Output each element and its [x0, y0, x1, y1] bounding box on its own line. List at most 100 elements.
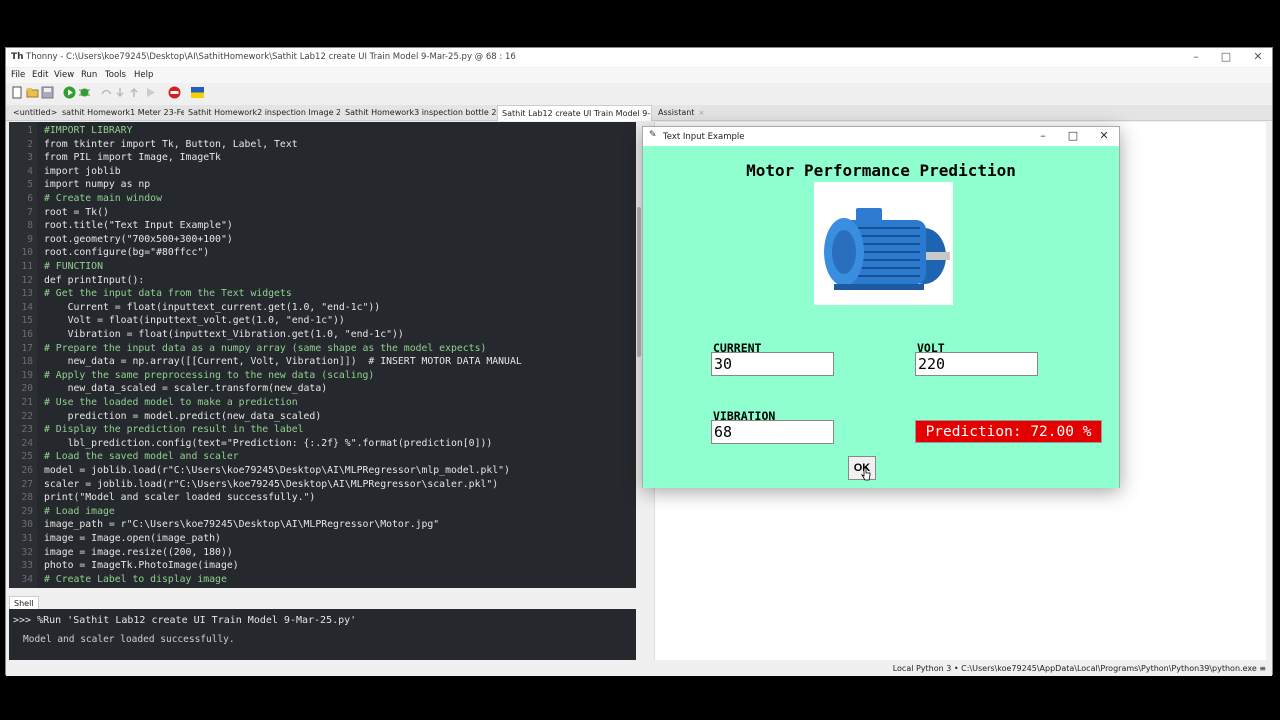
minimize-icon[interactable]: –: [1188, 50, 1204, 64]
thonny-app-icon: Th: [11, 52, 24, 62]
code-text: # FUNCTION: [44, 261, 103, 272]
resume-icon[interactable]: [144, 86, 157, 99]
maximize-icon[interactable]: □: [1218, 50, 1234, 64]
tab-homework1[interactable]: sathit Homework1 Meter 23-Feb-: [58, 105, 184, 121]
code-text: from tkinter import Tk, Button, Label, T…: [44, 138, 298, 150]
new-file-icon[interactable]: [11, 86, 24, 99]
line-number: 16: [21, 329, 33, 340]
code-text: # Apply the same preprocessing to the ne…: [44, 369, 375, 381]
vibration-input[interactable]: 68: [711, 420, 834, 444]
toolbar: [6, 84, 1272, 102]
line-number: 7: [27, 206, 33, 218]
line-number: 22: [21, 410, 33, 422]
line-number: 11: [21, 261, 33, 272]
line-number: 4: [27, 165, 33, 177]
line-number: 9: [27, 233, 33, 245]
code-text: # Load the saved model and scaler: [44, 451, 239, 463]
code-text: Vibration = float(inputtext_Vibration.ge…: [44, 329, 404, 340]
shell-output: Model and scaler loaded successfully.: [23, 634, 235, 645]
step-over-icon[interactable]: [100, 86, 113, 99]
line-number: 19: [21, 369, 33, 381]
thonny-title: Thonny - C:\Users\koe79245\Desktop\AI\Sa…: [26, 52, 516, 62]
tk-minimize-icon[interactable]: –: [1035, 129, 1051, 143]
code-text: root.geometry("700x500+300+100"): [44, 233, 233, 245]
tk-close-icon[interactable]: ✕: [1096, 129, 1112, 143]
code-text: # Display the prediction result in the l…: [44, 424, 304, 436]
tk-body: Motor Performance Prediction CURRENT 30 …: [643, 146, 1119, 488]
line-number: 10: [21, 247, 33, 259]
code-text: image = Image.open(image_path): [44, 533, 221, 544]
line-number: 15: [21, 315, 33, 327]
scrollbar-thumb[interactable]: [637, 207, 641, 357]
tab-untitled[interactable]: <untitled>: [9, 105, 59, 121]
tk-titlebar: ✎ Text Input Example – □ ✕: [643, 127, 1119, 146]
line-number: 17: [21, 342, 33, 354]
code-text: lbl_prediction.config(text="Prediction: …: [44, 437, 493, 449]
code-text: prediction = model.predict(new_data_scal…: [44, 410, 322, 422]
page-title: Motor Performance Prediction: [746, 161, 1016, 180]
tab-shell[interactable]: Shell: [9, 596, 39, 610]
tk-app-window: ✎ Text Input Example – □ ✕ Motor Perform…: [642, 126, 1120, 488]
code-text: root.configure(bg="#80ffcc"): [44, 247, 210, 259]
code-text: new_data_scaled = scaler.transform(new_d…: [44, 383, 328, 395]
code-text: def printInput():: [44, 274, 145, 286]
ukraine-flag-icon[interactable]: [191, 86, 204, 99]
step-out-icon[interactable]: [128, 86, 141, 99]
desktop-screen: Th Thonny - C:\Users\koe79245\Desktop\AI…: [0, 0, 1280, 720]
line-number: 29: [21, 505, 33, 517]
menubar: File Edit View Run Tools Help: [6, 68, 1272, 83]
code-text: # Load image: [44, 505, 115, 517]
current-input[interactable]: 30: [711, 352, 834, 376]
code-text: import numpy as np: [44, 179, 151, 191]
code-text: # Create Label to display image: [44, 573, 227, 585]
thonny-titlebar: Th Thonny - C:\Users\koe79245\Desktop\AI…: [6, 48, 1272, 67]
step-into-icon[interactable]: [114, 86, 127, 99]
stop-icon[interactable]: [168, 86, 181, 99]
code-text: # Create main window: [44, 193, 162, 204]
tab-assistant[interactable]: Assistant ×: [654, 105, 714, 121]
save-icon[interactable]: [41, 86, 54, 99]
close-icon[interactable]: ✕: [1250, 50, 1266, 64]
line-number: 8: [27, 220, 33, 232]
interpreter-status[interactable]: Local Python 3 • C:\Users\koe79245\AppDa…: [893, 664, 1266, 673]
volt-input[interactable]: 220: [915, 352, 1038, 376]
line-number: 21: [21, 397, 33, 408]
line-number: 34: [21, 573, 33, 585]
line-number: 33: [21, 560, 33, 572]
code-text: # Get the input data from the Text widge…: [44, 288, 292, 300]
menu-file[interactable]: File: [11, 70, 25, 80]
code-text: photo = ImageTk.PhotoImage(image): [44, 560, 239, 572]
open-folder-icon[interactable]: [26, 86, 39, 99]
tab-homework2[interactable]: Sathit Homework2 inspection Image 2-Ma: [184, 105, 340, 121]
line-number: 18: [21, 356, 33, 368]
line-number: 27: [21, 478, 33, 490]
line-number: 31: [21, 533, 33, 544]
line-number: 14: [21, 301, 33, 313]
line-number: 28: [21, 492, 33, 504]
tk-maximize-icon[interactable]: □: [1065, 129, 1081, 143]
code-text: model = joblib.load(r"C:\Users\koe79245\…: [44, 465, 510, 476]
editor-tabs: <untitled> sathit Homework1 Meter 23-Feb…: [6, 105, 1272, 121]
menu-tools[interactable]: Tools: [105, 70, 126, 80]
shell-panel[interactable]: >>> %Run 'Sathit Lab12 create UI Train M…: [9, 609, 636, 660]
code-text: image_path = r"C:\Users\koe79245\Desktop…: [44, 519, 440, 531]
code-text: import joblib: [44, 165, 121, 177]
prediction-label: Prediction: 72.00 %: [915, 420, 1102, 443]
menu-edit[interactable]: Edit: [32, 70, 48, 80]
code-text: Volt = float(inputtext_volt.get(1.0, "en…: [44, 315, 345, 327]
line-number: 12: [21, 274, 33, 286]
line-number: 26: [21, 465, 33, 476]
line-number-gutter: [9, 122, 37, 588]
code-text: print("Model and scaler loaded successfu…: [44, 492, 316, 504]
close-tab-icon[interactable]: ×: [698, 109, 704, 117]
run-icon[interactable]: [63, 86, 76, 99]
debug-icon[interactable]: [78, 86, 91, 99]
tab-homework3[interactable]: Sathit Homework3 inspection bottle 2-Ma: [341, 105, 497, 121]
tab-lab12[interactable]: Sathit Lab12 create UI Train Model 9-Ma: [497, 105, 652, 121]
line-number: 25: [21, 451, 33, 463]
menu-help[interactable]: Help: [134, 70, 153, 80]
code-editor[interactable]: 1 #IMPORT LIBRARY 2 from tkinter import Tk,…: [9, 122, 636, 588]
motor-image: [814, 182, 953, 305]
menu-run[interactable]: Run: [81, 70, 97, 80]
menu-view[interactable]: View: [54, 70, 74, 80]
